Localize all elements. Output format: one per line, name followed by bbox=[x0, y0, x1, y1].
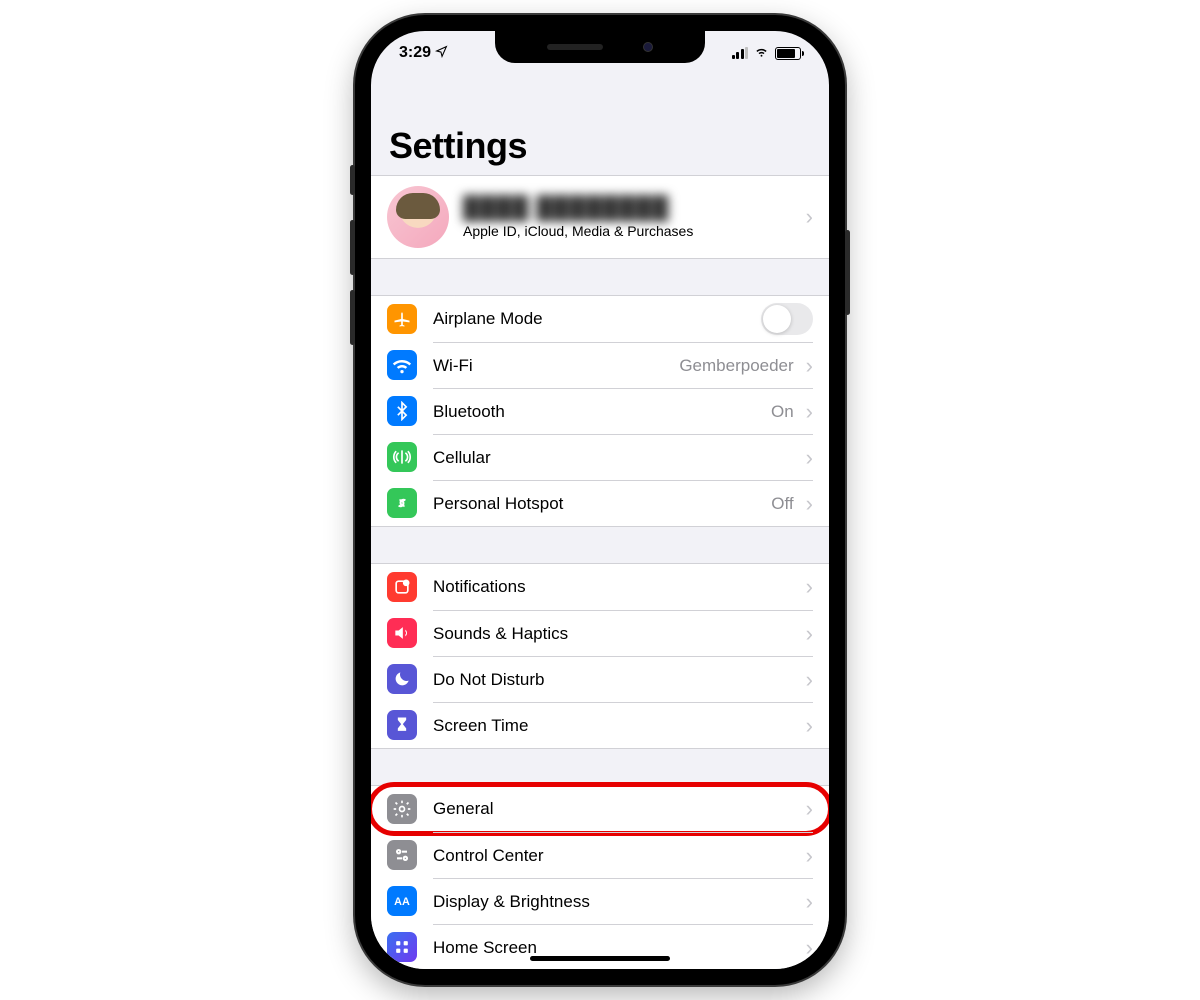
chevron-right-icon: › bbox=[806, 623, 813, 645]
chevron-right-icon: › bbox=[806, 891, 813, 913]
wifi-value: Gemberpoeder bbox=[679, 356, 793, 376]
sounds-label: Sounds & Haptics bbox=[433, 624, 802, 644]
sounds-row[interactable]: Sounds & Haptics › bbox=[371, 610, 829, 656]
wifi-label: Wi-Fi bbox=[433, 356, 679, 376]
control-center-row[interactable]: Control Center › bbox=[371, 832, 829, 878]
front-camera bbox=[643, 42, 653, 52]
hourglass-icon bbox=[387, 710, 417, 740]
chevron-right-icon: › bbox=[806, 493, 813, 515]
phone-frame: 3:29 Settings bbox=[355, 15, 845, 985]
cellular-signal-icon bbox=[732, 47, 749, 59]
screentime-row[interactable]: Screen Time › bbox=[371, 702, 829, 748]
notch bbox=[495, 31, 705, 63]
bluetooth-value: On bbox=[771, 402, 794, 422]
display-label: Display & Brightness bbox=[433, 892, 802, 912]
chevron-right-icon: › bbox=[806, 447, 813, 469]
general-row[interactable]: General › bbox=[371, 786, 829, 832]
moon-icon bbox=[387, 664, 417, 694]
bluetooth-label: Bluetooth bbox=[433, 402, 771, 422]
general-group: General › Control Center › bbox=[371, 785, 829, 969]
speaker bbox=[547, 44, 603, 50]
sounds-icon bbox=[387, 618, 417, 648]
notifications-row[interactable]: Notifications › bbox=[371, 564, 829, 610]
power-button bbox=[845, 230, 850, 315]
chevron-right-icon: › bbox=[806, 845, 813, 867]
airplane-mode-row[interactable]: Airplane Mode bbox=[371, 296, 829, 342]
bluetooth-icon bbox=[387, 396, 417, 426]
wifi-row[interactable]: Wi-Fi Gemberpoeder › bbox=[371, 342, 829, 388]
general-label: General bbox=[433, 799, 802, 819]
control-center-label: Control Center bbox=[433, 846, 802, 866]
airplane-label: Airplane Mode bbox=[433, 309, 761, 329]
notifications-icon bbox=[387, 572, 417, 602]
chevron-right-icon: › bbox=[806, 401, 813, 423]
wifi-settings-icon bbox=[387, 350, 417, 380]
display-row[interactable]: AA Display & Brightness › bbox=[371, 878, 829, 924]
cellular-label: Cellular bbox=[433, 448, 802, 468]
volume-up-button bbox=[350, 220, 355, 275]
chevron-right-icon: › bbox=[806, 355, 813, 377]
svg-text:AA: AA bbox=[394, 896, 410, 908]
homescreen-label: Home Screen bbox=[433, 938, 802, 958]
homescreen-icon bbox=[387, 932, 417, 962]
cellular-row[interactable]: Cellular › bbox=[371, 434, 829, 480]
chevron-right-icon: › bbox=[806, 206, 813, 228]
notifications-label: Notifications bbox=[433, 577, 802, 597]
bluetooth-row[interactable]: Bluetooth On › bbox=[371, 388, 829, 434]
hotspot-icon bbox=[387, 488, 417, 518]
mute-switch bbox=[350, 165, 355, 195]
notifications-group: Notifications › Sounds & Haptics › bbox=[371, 563, 829, 749]
chevron-right-icon: › bbox=[806, 798, 813, 820]
profile-group: ████ ████████ Apple ID, iCloud, Media & … bbox=[371, 175, 829, 259]
dnd-row[interactable]: Do Not Disturb › bbox=[371, 656, 829, 702]
airplane-toggle[interactable] bbox=[761, 303, 813, 335]
profile-subtitle: Apple ID, iCloud, Media & Purchases bbox=[463, 223, 802, 239]
cellular-icon bbox=[387, 442, 417, 472]
display-icon: AA bbox=[387, 886, 417, 916]
control-center-icon bbox=[387, 840, 417, 870]
screen: 3:29 Settings bbox=[371, 31, 829, 969]
location-icon bbox=[435, 45, 448, 61]
airplane-icon bbox=[387, 304, 417, 334]
battery-icon bbox=[775, 47, 801, 60]
volume-down-button bbox=[350, 290, 355, 345]
page-title: Settings bbox=[371, 75, 829, 175]
chevron-right-icon: › bbox=[806, 576, 813, 598]
homescreen-row[interactable]: Home Screen › bbox=[371, 924, 829, 969]
profile-name: ████ ████████ bbox=[463, 195, 802, 221]
chevron-right-icon: › bbox=[806, 669, 813, 691]
settings-content: Settings ████ ████████ Apple ID, iCloud,… bbox=[371, 75, 829, 969]
chevron-right-icon: › bbox=[806, 715, 813, 737]
home-indicator[interactable] bbox=[530, 956, 670, 961]
screentime-label: Screen Time bbox=[433, 716, 802, 736]
dnd-label: Do Not Disturb bbox=[433, 670, 802, 690]
avatar bbox=[387, 186, 449, 248]
chevron-right-icon: › bbox=[806, 937, 813, 959]
hotspot-label: Personal Hotspot bbox=[433, 494, 771, 514]
apple-id-row[interactable]: ████ ████████ Apple ID, iCloud, Media & … bbox=[371, 176, 829, 258]
hotspot-row[interactable]: Personal Hotspot Off › bbox=[371, 480, 829, 526]
wifi-icon bbox=[753, 44, 770, 63]
hotspot-value: Off bbox=[771, 494, 793, 514]
gear-icon bbox=[387, 794, 417, 824]
status-time: 3:29 bbox=[399, 44, 431, 62]
connectivity-group: Airplane Mode Wi-Fi Gemberpoeder › bbox=[371, 295, 829, 527]
